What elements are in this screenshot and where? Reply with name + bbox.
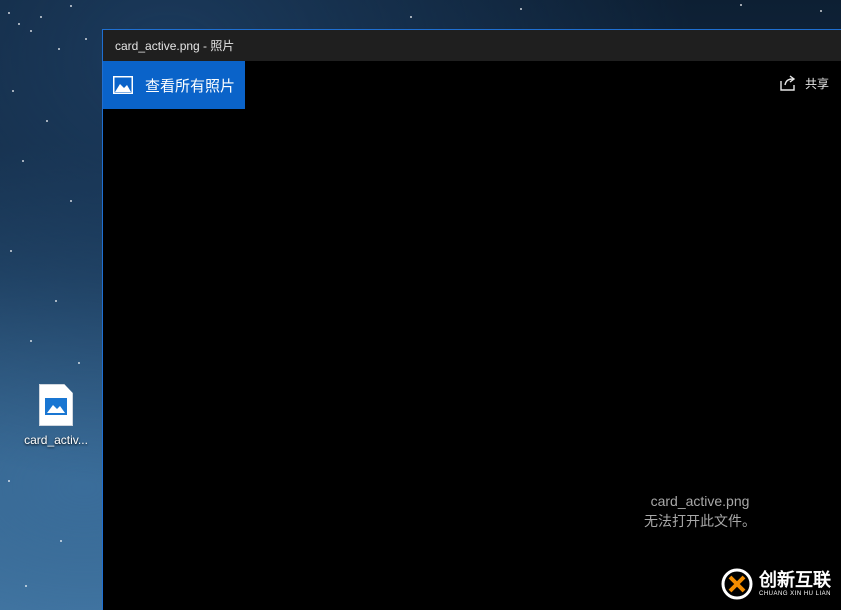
error-message-block: card_active.png 无法打开此文件。	[644, 493, 756, 531]
image-file-icon	[39, 384, 73, 426]
photos-gallery-icon	[113, 76, 133, 94]
brand-logo-icon	[721, 568, 753, 600]
share-button[interactable]: 共享	[779, 74, 829, 92]
error-file-name: card_active.png	[650, 493, 750, 509]
photos-window[interactable]: card_active.png - 照片 查看所有照片 共享 card_acti…	[102, 29, 841, 610]
view-all-photos-label: 查看所有照片	[145, 76, 236, 95]
photos-toolbar: 查看所有照片 共享	[103, 61, 841, 109]
watermark: 创新互联 CHUANG XIN HU LIAN	[721, 568, 831, 600]
window-title: card_active.png - 照片	[115, 39, 235, 53]
view-all-photos-button[interactable]: 查看所有照片	[103, 61, 245, 109]
window-titlebar[interactable]: card_active.png - 照片	[103, 30, 841, 61]
image-viewer: card_active.png 无法打开此文件。	[103, 109, 841, 610]
brand-name-en: CHUANG XIN HU LIAN	[758, 591, 831, 597]
share-icon	[779, 74, 797, 92]
error-message: 无法打开此文件。	[644, 514, 756, 530]
share-label: 共享	[804, 76, 829, 91]
desktop-file-label: card_activ...	[24, 433, 88, 447]
desktop-file-icon[interactable]: card_activ...	[14, 384, 98, 447]
brand-name-cn: 创新互联	[758, 570, 831, 591]
